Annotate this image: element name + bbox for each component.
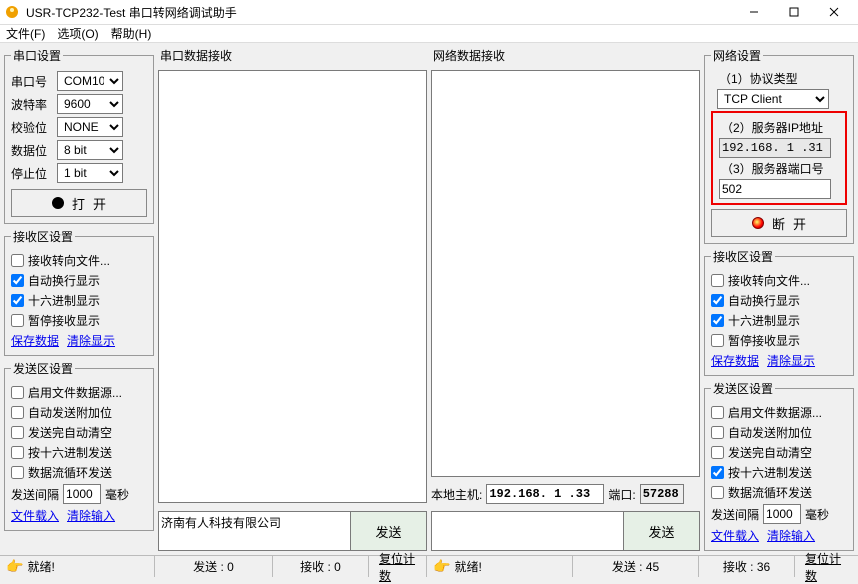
- statusbar: 👉就绪! 发送 : 0 接收 : 0 复位计数 👉就绪! 发送 : 45 接收 …: [0, 555, 858, 577]
- disconnect-button[interactable]: 断开: [711, 209, 847, 237]
- menu-help[interactable]: 帮助(H): [111, 25, 152, 42]
- send-interval-input[interactable]: [63, 484, 101, 504]
- window-title: USR-TCP232-Test 串口转网络调试助手: [26, 4, 734, 21]
- status-dot-red-icon: [752, 217, 764, 229]
- recv-redirect-check[interactable]: 接收转向文件...: [11, 252, 147, 269]
- send-file-check[interactable]: 启用文件数据源...: [11, 384, 147, 401]
- serial-send-button[interactable]: 发送: [351, 511, 427, 551]
- port-label: 端口:: [608, 486, 635, 503]
- recv-wrap-check-r[interactable]: 自动换行显示: [711, 292, 847, 309]
- send-interval-input-r[interactable]: [763, 504, 801, 524]
- send-clear-link[interactable]: 清除输入: [67, 507, 115, 524]
- databits-label: 数据位: [11, 142, 53, 159]
- baud-select[interactable]: 9600: [57, 94, 123, 114]
- proto-label: （1）协议类型: [719, 70, 847, 87]
- port-label: 串口号: [11, 73, 53, 90]
- app-icon: [4, 4, 20, 20]
- recv-hex-check-r[interactable]: 十六进制显示: [711, 312, 847, 329]
- parity-label: 校验位: [11, 119, 53, 136]
- send-opts-left-group: 发送区设置 启用文件数据源... 自动发送附加位 发送完自动清空 按十六进制发送…: [4, 360, 154, 531]
- hand-icon: 👉: [6, 558, 23, 575]
- baud-label: 波特率: [11, 96, 53, 113]
- menu-file[interactable]: 文件(F): [6, 25, 45, 42]
- close-button[interactable]: [814, 0, 854, 24]
- server-port-input[interactable]: [719, 179, 831, 199]
- status-ready-r: 就绪!: [454, 558, 481, 575]
- recv-pause-check[interactable]: 暂停接收显示: [11, 312, 147, 329]
- send-load-link[interactable]: 文件载入: [11, 507, 59, 524]
- recv-pause-check-r[interactable]: 暂停接收显示: [711, 332, 847, 349]
- host-port-input: [640, 484, 684, 504]
- send-autoextra-check-r[interactable]: 自动发送附加位: [711, 424, 847, 441]
- send-clearafter-check[interactable]: 发送完自动清空: [11, 424, 147, 441]
- net-recv-area[interactable]: [431, 70, 700, 477]
- recv-redirect-check-r[interactable]: 接收转向文件...: [711, 272, 847, 289]
- send-file-check-r[interactable]: 启用文件数据源...: [711, 404, 847, 421]
- recv-hex-check[interactable]: 十六进制显示: [11, 292, 147, 309]
- send-hex-check[interactable]: 按十六进制发送: [11, 444, 147, 461]
- menu-options[interactable]: 选项(O): [57, 25, 98, 42]
- server-ip-input[interactable]: [719, 138, 831, 158]
- reset-count-l[interactable]: 复位计数: [375, 550, 420, 584]
- net-settings-group: 网络设置 （1）协议类型 TCP Client （2）服务器IP地址 （3）服务…: [704, 47, 854, 244]
- recv-save-link[interactable]: 保存数据: [11, 332, 59, 349]
- menubar: 文件(F) 选项(O) 帮助(H): [0, 25, 858, 43]
- status-send-l: 发送 : 0: [193, 558, 234, 575]
- host-label: 本地主机:: [431, 486, 482, 503]
- serial-settings-group: 串口设置 串口号COM10 波特率9600 校验位NONE 数据位8 bit 停…: [4, 47, 154, 224]
- server-port-label: （3）服务器端口号: [721, 160, 845, 177]
- send-autoextra-check[interactable]: 自动发送附加位: [11, 404, 147, 421]
- hand-icon-r: 👉: [433, 558, 450, 575]
- server-ip-label: （2）服务器IP地址: [721, 119, 845, 136]
- status-ready-l: 就绪!: [27, 558, 54, 575]
- recv-save-link-r[interactable]: 保存数据: [711, 352, 759, 369]
- titlebar: USR-TCP232-Test 串口转网络调试助手: [0, 0, 858, 25]
- stopbits-label: 停止位: [11, 165, 53, 182]
- net-recv-header: 网络数据接收: [431, 47, 700, 64]
- serial-recv-area[interactable]: [158, 70, 427, 503]
- maximize-button[interactable]: [774, 0, 814, 24]
- minimize-button[interactable]: [734, 0, 774, 24]
- host-ip-input[interactable]: [486, 484, 604, 504]
- databits-select[interactable]: 8 bit: [57, 140, 123, 160]
- send-opts-right-group: 发送区设置 启用文件数据源... 自动发送附加位 发送完自动清空 按十六进制发送…: [704, 380, 854, 551]
- send-hex-check-r[interactable]: 按十六进制发送: [711, 464, 847, 481]
- parity-select[interactable]: NONE: [57, 117, 123, 137]
- status-recv-l: 接收 : 0: [300, 558, 341, 575]
- reset-count-r[interactable]: 复位计数: [801, 550, 852, 584]
- open-button[interactable]: 打开: [11, 189, 147, 217]
- proto-select[interactable]: TCP Client: [717, 89, 829, 109]
- serial-settings-legend: 串口设置: [11, 47, 63, 64]
- status-send-r: 发送 : 45: [612, 558, 659, 575]
- status-dot-icon: [52, 197, 64, 209]
- recv-wrap-check[interactable]: 自动换行显示: [11, 272, 147, 289]
- serial-send-input[interactable]: 济南有人科技有限公司: [158, 511, 351, 551]
- recv-opts-left-group: 接收区设置 接收转向文件... 自动换行显示 十六进制显示 暂停接收显示 保存数…: [4, 228, 154, 356]
- recv-clear-link[interactable]: 清除显示: [67, 332, 115, 349]
- send-load-link-r[interactable]: 文件载入: [711, 527, 759, 544]
- highlighted-server-settings: （2）服务器IP地址 （3）服务器端口号: [711, 111, 847, 205]
- send-clearafter-check-r[interactable]: 发送完自动清空: [711, 444, 847, 461]
- serial-recv-header: 串口数据接收: [158, 47, 427, 64]
- recv-clear-link-r[interactable]: 清除显示: [767, 352, 815, 369]
- port-select[interactable]: COM10: [57, 71, 123, 91]
- net-send-button[interactable]: 发送: [624, 511, 700, 551]
- send-loop-check-r[interactable]: 数据流循环发送: [711, 484, 847, 501]
- stopbits-select[interactable]: 1 bit: [57, 163, 123, 183]
- send-loop-check[interactable]: 数据流循环发送: [11, 464, 147, 481]
- net-send-input[interactable]: [431, 511, 624, 551]
- send-clear-link-r[interactable]: 清除输入: [767, 527, 815, 544]
- status-recv-r: 接收 : 36: [723, 558, 770, 575]
- recv-opts-right-group: 接收区设置 接收转向文件... 自动换行显示 十六进制显示 暂停接收显示 保存数…: [704, 248, 854, 376]
